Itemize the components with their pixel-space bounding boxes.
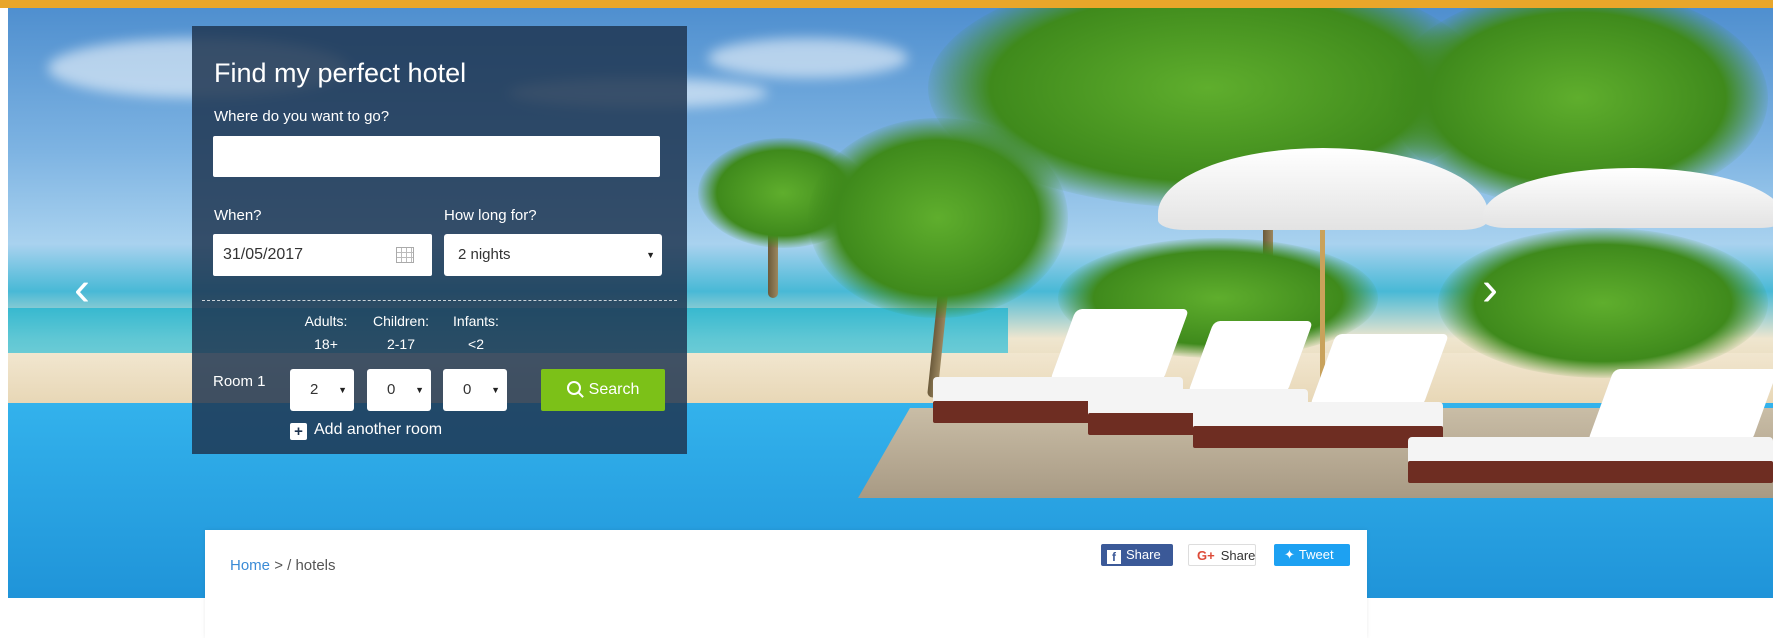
divider (202, 300, 677, 301)
destination-input[interactable] (213, 136, 660, 177)
panel-title: Find my perfect hotel (214, 58, 467, 88)
dropdown-arrow-icon: ▼ (415, 385, 424, 395)
adults-select[interactable]: 2 ▼ (290, 369, 354, 411)
infants-label: Infants: (453, 313, 499, 329)
children-select[interactable]: 0 ▼ (367, 369, 431, 411)
children-label: Children: (372, 313, 430, 329)
duration-value: 2 nights (458, 246, 511, 263)
content-card: Home > / hotels f Share G+ Share ✦ Tweet (205, 530, 1367, 638)
google-plus-share-button[interactable]: G+ Share (1188, 544, 1256, 566)
cloud (708, 38, 908, 78)
dropdown-arrow-icon: ▼ (491, 385, 500, 395)
carousel-next-button[interactable]: › (1470, 265, 1510, 315)
dropdown-arrow-icon: ▼ (646, 250, 655, 260)
google-share-label: Share (1220, 548, 1256, 563)
breadcrumb-home-link[interactable]: Home (230, 557, 270, 574)
sun-lounger (1193, 334, 1449, 448)
chevron-left-icon: ‹ (74, 263, 90, 316)
facebook-share-label: Share (1126, 547, 1161, 562)
add-another-room-link[interactable]: + Add another room (290, 421, 442, 440)
when-label: When? (214, 207, 262, 224)
twitter-tweet-button[interactable]: ✦ Tweet (1274, 544, 1350, 566)
twitter-icon: ✦ (1284, 547, 1295, 562)
breadcrumb-current: hotels (295, 557, 336, 574)
facebook-share-button[interactable]: f Share (1101, 544, 1173, 566)
hotel-search-panel: Find my perfect hotel Where do you want … (192, 26, 687, 454)
top-accent-bar (0, 0, 1773, 8)
search-button-label: Search (588, 381, 640, 398)
infants-value: 0 (463, 381, 472, 398)
children-value: 0 (387, 381, 396, 398)
facebook-icon: f (1107, 550, 1121, 564)
adults-range: 18+ (314, 336, 338, 352)
check-in-date-value: 31/05/2017 (223, 246, 304, 263)
check-in-date-field[interactable]: 31/05/2017 (213, 234, 432, 276)
calendar-icon[interactable] (396, 247, 414, 263)
search-icon (566, 381, 581, 395)
google-plus-icon: G+ (1197, 548, 1215, 563)
add-room-label: Add another room (314, 421, 443, 438)
sun-lounger (1408, 368, 1773, 483)
duration-label: How long for? (444, 207, 537, 224)
carousel-prev-button[interactable]: ‹ (62, 265, 102, 315)
adults-label: Adults: (304, 313, 348, 329)
breadcrumb: Home > / hotels (230, 557, 336, 574)
breadcrumb-separator: > / (274, 557, 292, 574)
search-button[interactable]: Search (541, 369, 665, 411)
room-label: Room 1 (213, 373, 266, 390)
duration-select[interactable]: 2 nights ▼ (444, 234, 662, 276)
chevron-right-icon: › (1482, 263, 1498, 316)
children-range: 2-17 (386, 336, 416, 352)
destination-label: Where do you want to go? (214, 108, 390, 125)
infants-range: <2 (468, 336, 484, 352)
dropdown-arrow-icon: ▼ (338, 385, 347, 395)
twitter-tweet-label: Tweet (1298, 547, 1334, 562)
plus-icon: + (290, 423, 307, 440)
adults-value: 2 (310, 381, 319, 398)
infants-select[interactable]: 0 ▼ (443, 369, 507, 411)
